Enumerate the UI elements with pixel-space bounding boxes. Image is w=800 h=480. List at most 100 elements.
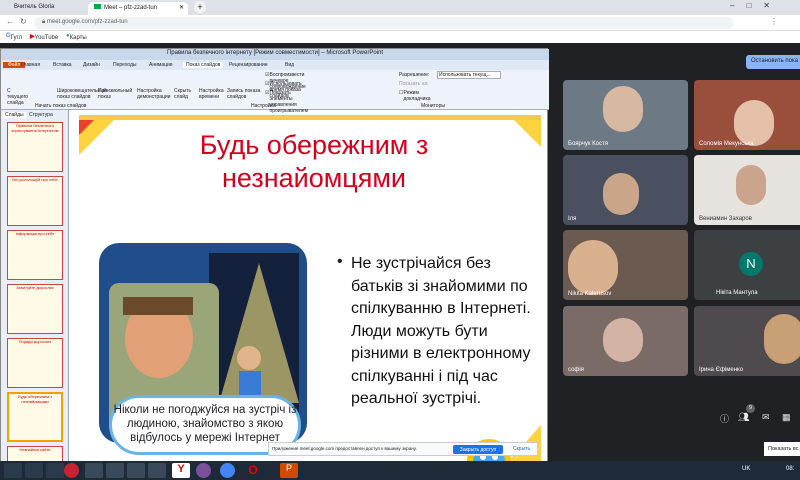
people-icon[interactable]: 👥︎ [738,412,749,423]
chrome-icon[interactable] [220,463,235,478]
ribbon-tabs: Файл Главная Вставка Дизайн Переходы Ани… [1,60,549,70]
chat-icon[interactable]: ✉︎ [762,412,770,423]
ribbon-tab[interactable]: Рецензирование [229,62,268,68]
slide-thumbnail-selected[interactable]: Будь обережним з незнайомцями [7,392,63,442]
broadcast-button[interactable]: Широковещательный показ слайдов [57,88,107,100]
narration-checkbox[interactable]: ☑ Воспроизвести речевое сопровождение [265,72,306,90]
participant-tile[interactable]: Іля [563,155,688,225]
viber-icon[interactable] [196,463,211,478]
participant-tile[interactable]: N Нікіта Мантула [694,230,800,300]
stop-presenting-button[interactable]: Остановить пока [746,55,800,69]
participant-name: Нікіта Мантула [716,290,758,296]
clock[interactable]: 08: [786,466,794,472]
participant-name: Боярчук Костя [568,141,608,147]
media-icon[interactable] [85,463,103,478]
tab-structure[interactable]: Структура [29,112,53,118]
slide-thumbnail[interactable]: Поради дорослих [7,338,63,388]
group-label: Начать показ слайдов [35,103,87,109]
thumbnail-text: Поради дорослих [18,339,52,344]
participant-tile[interactable]: Вениамин Захаров [694,155,800,225]
yandex-icon[interactable]: Y [172,463,190,478]
meet-icon [94,4,101,9]
presenter-view-checkbox[interactable]: ☐ Режим докладчика [399,90,431,102]
address-bar-row: ← ↻ 🔒︎ meet.google.com/pfz-zzad-tun ⋮ [0,15,800,31]
timings-checkbox[interactable]: ☑ Использовать время показа слайдов [265,81,302,99]
participant-tile[interactable]: Соломія Мекунська [694,80,800,150]
participant-count-badge: 9 [746,404,755,413]
menu-icon[interactable]: ⋮ [770,17,778,26]
language-indicator[interactable]: UK [742,466,750,472]
new-tab-button[interactable]: + [194,1,206,13]
show-all-button[interactable]: Показать вс [764,442,800,456]
resolution-label: Разрешение: [399,72,430,78]
bookmark-label: Карты [69,35,87,41]
show-all-label: Показать вс [768,446,799,452]
start-icon[interactable] [4,463,22,478]
slides-pane: Слайды Структура Правила безпечного кори… [1,110,69,463]
avatar: N [739,252,763,276]
tab-slides[interactable]: Слайды [3,112,26,118]
ribbon-tab[interactable]: Дизайн [83,62,100,68]
slide-thumbnail[interactable]: Правила безпечного користування Інтернет… [7,122,63,172]
task-view-icon[interactable] [46,463,64,478]
slide-thumbnail[interactable]: Незнайомі сайти [7,446,63,462]
participant-tile[interactable]: софія [563,306,688,376]
bookmark-google[interactable]: G Гугл [6,33,22,41]
participant-name: Іля [568,216,577,222]
opera-icon[interactable]: O [244,463,262,478]
close-icon[interactable]: ✕ [179,4,184,11]
thumbnail-text: Правила безпечного користування Інтернет… [11,123,59,133]
hide-notice-link[interactable]: Скрыть [513,446,530,452]
rehearse-timings-button[interactable]: Настройка времени [199,88,225,100]
ribbon-tab[interactable]: Вид [285,62,294,68]
powerpoint-icon[interactable]: P [280,463,298,478]
slide-thumbnail[interactable]: Запитуйте дорослих [7,284,63,334]
bullet-dot: • [337,253,343,270]
app-icon[interactable] [127,463,145,478]
tab-teacher[interactable]: Вчитель Gloria [8,2,88,15]
bookmark-youtube[interactable]: ▶ YouTube [30,33,58,41]
ribbon-tab[interactable]: Анимация [149,62,172,68]
url-input[interactable]: 🔒︎ meet.google.com/pfz-zzad-tun [34,17,734,29]
info-icon[interactable]: ⓘ [720,412,729,425]
ppt-window-title: Правила безпечного інтернету [Режим совм… [166,50,384,56]
hide-slide-button[interactable]: Скрыть слайд [174,88,196,100]
ppt-titlebar: Правила безпечного інтернету [Режим совм… [1,49,549,60]
participant-name: софія [568,367,584,373]
participant-tile[interactable]: Ірина Єфіменко [694,306,800,376]
reload-icon[interactable]: ↻ [20,17,27,26]
from-current-slide-button[interactable]: С текущего слайда [7,88,29,106]
ribbon-tab[interactable]: Главная [21,62,40,68]
record-show-button[interactable]: Запись показа слайдов [227,88,261,100]
ribbon-tab[interactable]: Переходы [113,62,136,68]
url-text: meet.google.com/pfz-zzad-tun [46,19,128,25]
custom-show-button[interactable]: Произвольный показ [98,88,132,100]
setup-show-button[interactable]: Настройка демонстрации [137,88,171,100]
search-icon[interactable] [25,463,43,478]
browser-tabstrip: Вчитель Gloria Meet – pfz-zzad-tun ✕ + –… [0,0,800,15]
share-notice-text: Приложение meet.google.com предоставлен … [272,446,417,451]
ribbon-tab-active[interactable]: Показ слайдов [183,62,224,68]
activities-icon[interactable]: ▦ [782,412,791,423]
participant-tile[interactable]: Nikita Kalerusov [563,230,688,300]
back-icon[interactable]: ← [6,17,14,26]
checkbox-label: Показать элементы управления проигрывате… [269,90,308,114]
explorer-icon[interactable] [106,463,124,478]
slide-thumbnail[interactable]: Не розголошуй про себе [7,176,63,226]
resolution-select[interactable]: Использовать текущ... [437,71,501,79]
app-icon[interactable] [148,463,166,478]
video-frame [734,100,774,146]
ribbon-tab[interactable]: Вставка [53,62,72,68]
bookmark-maps[interactable]: ● Карты [66,33,87,41]
media-controls-checkbox[interactable]: ☑ Показать элементы управления проигрыва… [265,90,308,114]
stop-sharing-button[interactable]: Закрыть доступ [453,445,503,454]
participant-tile[interactable]: Боярчук Костя [563,80,688,150]
window-controls[interactable]: –□✕ [730,1,782,10]
slide-thumbnail[interactable]: Інформація про себе [7,230,63,280]
bookmarks-bar: G Гугл ▶ YouTube ● Карты [0,31,800,43]
tab-meet[interactable]: Meet – pfz-zzad-tun ✕ [88,2,188,15]
video-frame [603,318,643,362]
participant-name: Ірина Єфіменко [699,367,744,373]
record-icon[interactable] [64,463,79,478]
slide-canvas[interactable]: Будь обережним з незнайомцями • Не зустр… [79,115,541,461]
